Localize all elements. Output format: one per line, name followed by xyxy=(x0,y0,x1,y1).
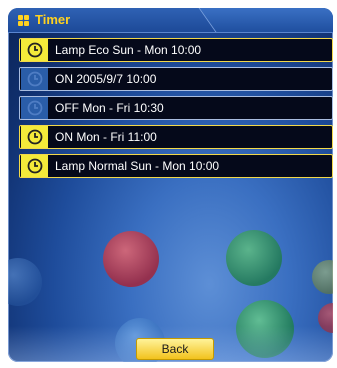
timer-label: Lamp Eco Sun - Mon 10:00 xyxy=(55,43,202,57)
back-button[interactable]: Back xyxy=(136,338,214,360)
timer-row[interactable]: ON 2005/9/7 10:00 xyxy=(19,67,333,91)
timer-row[interactable]: OFF Mon - Fri 10:30 xyxy=(19,96,333,120)
clock-icon xyxy=(21,97,48,119)
timer-label: Lamp Normal Sun - Mon 10:00 xyxy=(55,159,220,173)
background-bubble-edge xyxy=(312,260,333,294)
timer-row[interactable]: Lamp Eco Sun - Mon 10:00 xyxy=(19,38,333,62)
background-bubble-green xyxy=(226,230,282,286)
title-bar: Timer xyxy=(8,8,333,33)
clock-icon xyxy=(21,126,48,148)
background-bubble-red xyxy=(103,231,159,287)
timer-list: Lamp Eco Sun - Mon 10:00 ON 2005/9/7 10:… xyxy=(19,38,333,183)
timer-row[interactable]: ON Mon - Fri 11:00 xyxy=(19,125,333,149)
timer-row[interactable]: Lamp Normal Sun - Mon 10:00 xyxy=(19,154,333,178)
timer-label: ON 2005/9/7 10:00 xyxy=(55,72,157,86)
window-title: Timer xyxy=(35,12,71,27)
clock-icon xyxy=(21,39,48,61)
timer-window: Timer Lamp Eco Sun - Mon 10:00 ON 2005/9… xyxy=(8,8,333,362)
timer-label: OFF Mon - Fri 10:30 xyxy=(55,101,164,115)
clock-icon xyxy=(21,155,48,177)
background-bubble-left xyxy=(8,258,42,306)
grid-icon xyxy=(18,15,29,26)
timer-label: ON Mon - Fri 11:00 xyxy=(55,130,157,144)
clock-icon xyxy=(21,68,48,90)
